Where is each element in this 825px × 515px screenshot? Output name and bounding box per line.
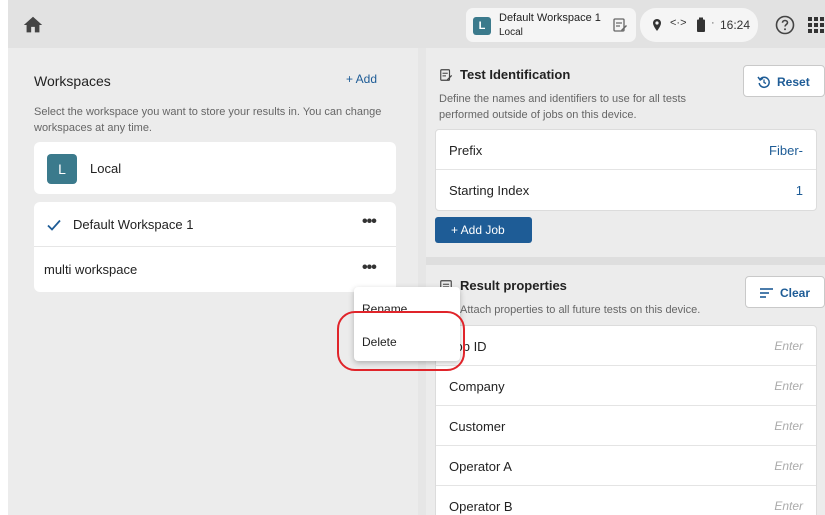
workspaces-description: Select the workspace you want to store y… xyxy=(34,106,382,134)
local-workspace-name: Local xyxy=(90,161,122,176)
local-avatar: L xyxy=(47,154,77,184)
help-circle-icon[interactable] xyxy=(774,14,796,36)
test-identification-fields: Prefix Fiber- Starting Index 1 xyxy=(435,129,817,211)
local-workspace-card[interactable]: L Local xyxy=(34,142,396,194)
field-value: 1 xyxy=(795,183,803,198)
field-placeholder: Enter xyxy=(774,499,803,513)
test-identification-title: Test Identification xyxy=(460,67,571,82)
workspace-avatar: L xyxy=(473,17,491,35)
menu-item-label: Delete xyxy=(362,335,397,349)
field-label: Company xyxy=(449,379,505,394)
field-label: Operator A xyxy=(449,459,512,474)
menu-item-delete[interactable]: Delete xyxy=(354,324,460,360)
edit-note-icon[interactable] xyxy=(612,17,628,33)
result-properties-description: Attach properties to all future tests on… xyxy=(460,304,701,316)
add-job-button[interactable]: + Add Job xyxy=(435,217,532,243)
clear-label: Clear xyxy=(780,286,811,300)
status-separator: · xyxy=(711,17,715,29)
edit-note-icon xyxy=(440,69,453,81)
location-pin-icon xyxy=(653,19,661,31)
more-options-button[interactable]: ••• xyxy=(362,213,377,231)
clear-button[interactable]: Clear xyxy=(745,276,825,308)
field-placeholder: Enter xyxy=(774,459,803,473)
menu-item-label: Rename xyxy=(362,302,408,316)
field-placeholder: Enter xyxy=(774,379,803,393)
checkmark-icon xyxy=(47,219,61,231)
settings-panel: Test Identification Define the names and… xyxy=(426,48,825,515)
status-pill[interactable]: <·> · 16:24 xyxy=(640,8,758,42)
workspace-context-menu: Rename Delete xyxy=(354,287,460,361)
company-field[interactable]: Company Enter xyxy=(436,366,816,406)
field-label: Prefix xyxy=(449,143,483,158)
starting-index-field[interactable]: Starting Index 1 xyxy=(436,170,816,210)
field-placeholder: Enter xyxy=(774,339,803,353)
current-workspace-name: Default Workspace 1 xyxy=(499,12,601,24)
field-placeholder: Enter xyxy=(774,419,803,433)
field-label: Operator B xyxy=(449,499,513,514)
prefix-field[interactable]: Prefix Fiber- xyxy=(436,130,816,170)
current-workspace-location: Local xyxy=(499,27,523,38)
workspaces-panel: Workspaces + Add Select the workspace yo… xyxy=(8,48,418,515)
more-options-button[interactable]: ••• xyxy=(362,259,377,277)
field-label: Starting Index xyxy=(449,183,530,198)
section-divider xyxy=(426,257,825,265)
add-job-label: + Add Job xyxy=(451,223,505,237)
field-label: Customer xyxy=(449,419,506,434)
operator-a-field[interactable]: Operator A Enter xyxy=(436,446,816,486)
workspace-row-multi[interactable]: multi workspace ••• xyxy=(34,248,396,293)
add-workspace-button[interactable]: + Add xyxy=(346,72,377,86)
clear-icon xyxy=(760,288,773,298)
test-identification-description: Define the names and identifiers to use … xyxy=(439,93,687,121)
reset-icon xyxy=(757,76,770,89)
battery-icon xyxy=(697,17,705,32)
workspace-row-default[interactable]: Default Workspace 1 ••• xyxy=(34,202,396,247)
reset-button[interactable]: Reset xyxy=(743,65,825,97)
current-workspace-pill[interactable]: L Default Workspace 1 Local xyxy=(466,8,636,42)
workspaces-title: Workspaces xyxy=(34,73,111,89)
workspace-list: Default Workspace 1 ••• multi workspace … xyxy=(34,202,396,292)
apps-grid-icon[interactable] xyxy=(807,16,825,34)
result-properties-title: Result properties xyxy=(460,278,567,293)
top-bar: L Default Workspace 1 Local <·> · 16:24 xyxy=(8,0,825,48)
workspace-name: Default Workspace 1 xyxy=(73,217,194,232)
customer-field[interactable]: Customer Enter xyxy=(436,406,816,446)
clock-time: 16:24 xyxy=(720,18,751,32)
workspace-name: multi workspace xyxy=(44,262,138,277)
operator-b-field[interactable]: Operator B Enter xyxy=(436,486,816,515)
result-properties-fields: Job ID Enter Company Enter Customer Ente… xyxy=(435,325,817,515)
field-value: Fiber- xyxy=(769,143,803,158)
network-indicator: <·> xyxy=(670,17,687,29)
app-screen: L Default Workspace 1 Local <·> · 16:24 xyxy=(8,0,825,515)
home-icon[interactable] xyxy=(22,14,44,36)
reset-label: Reset xyxy=(777,75,810,89)
job-id-field[interactable]: Job ID Enter xyxy=(436,326,816,366)
menu-item-rename[interactable]: Rename xyxy=(354,291,460,327)
